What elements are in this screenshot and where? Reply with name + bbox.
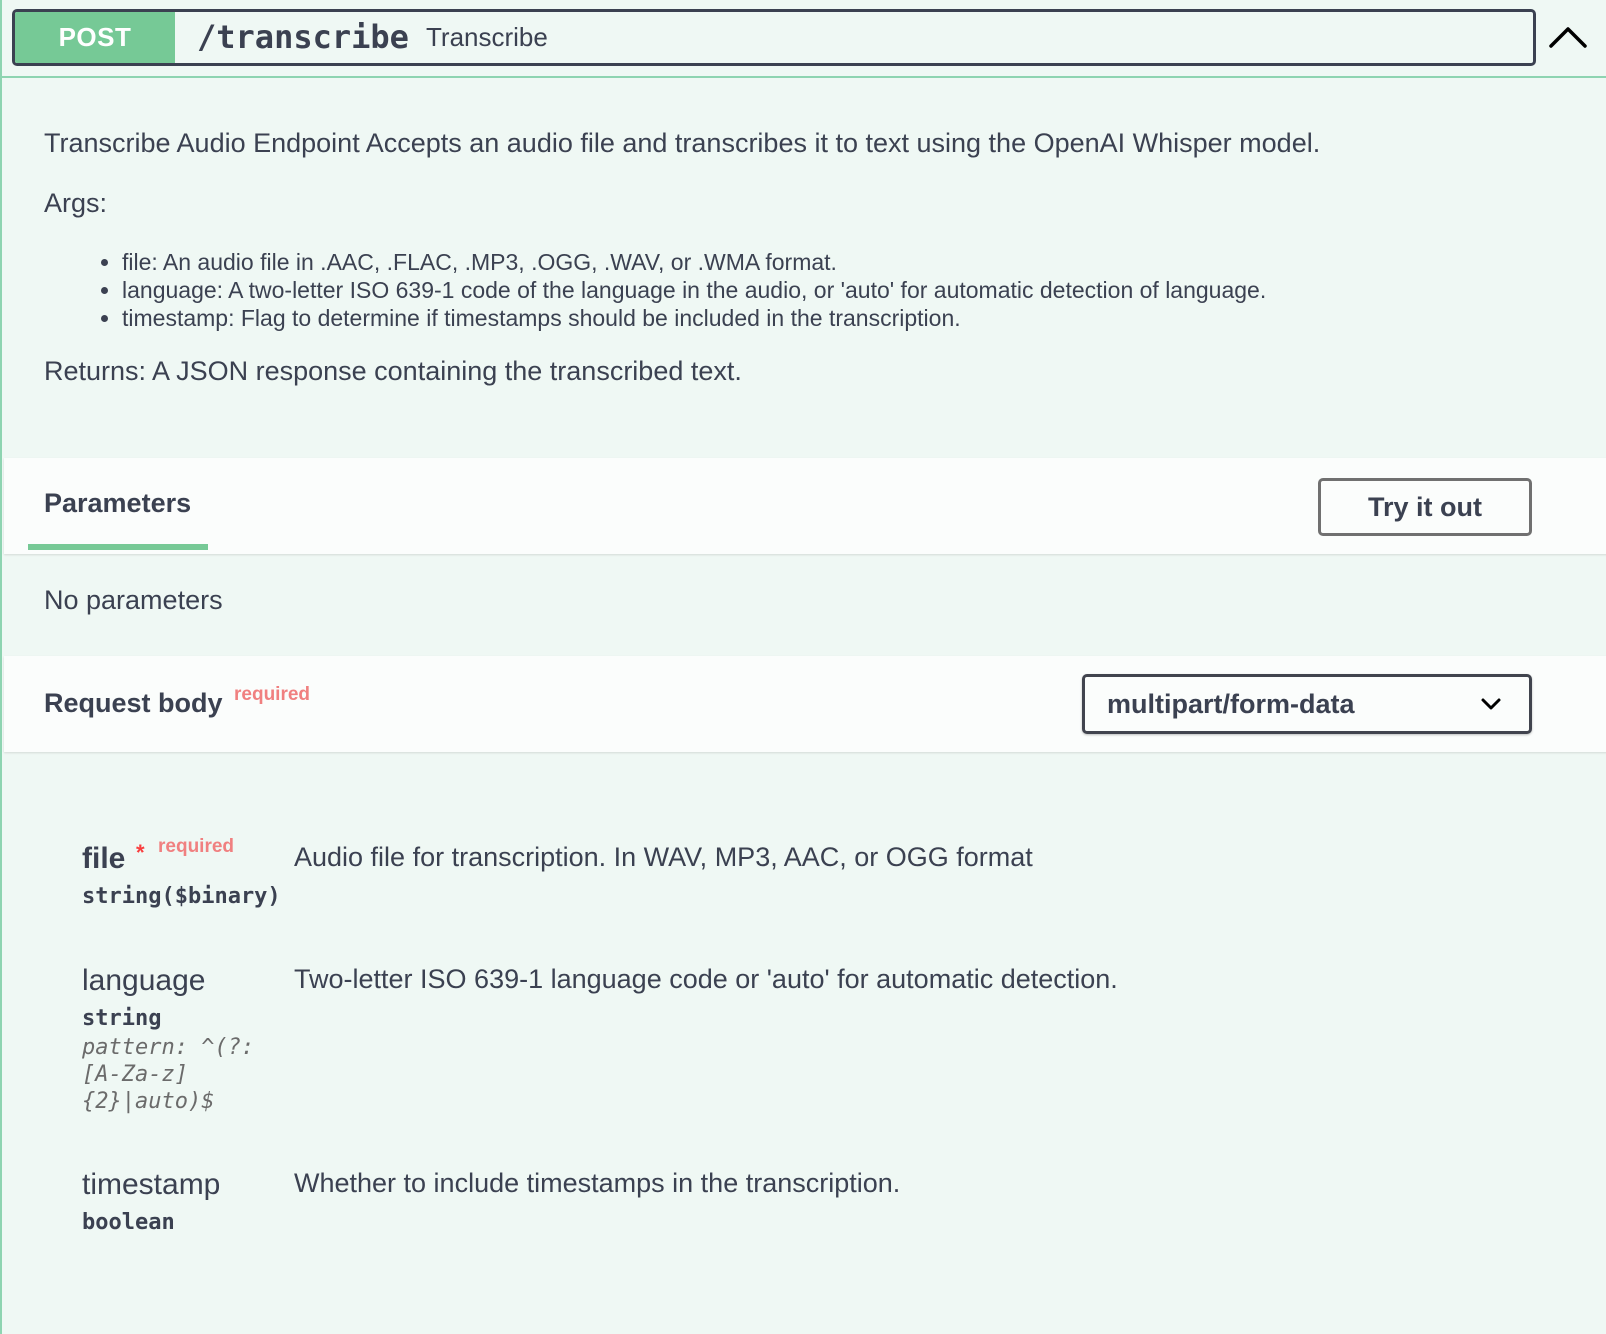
list-item: language: A two-letter ISO 639-1 code of… — [122, 276, 1266, 304]
property-description: Two-letter ISO 639-1 language code or 'a… — [294, 964, 1118, 994]
property-pattern: pattern: ^(?: [A-Za-z] {2}|auto)$ — [82, 1035, 255, 1114]
property-name: timestamp — [82, 1168, 221, 1201]
parameters-header: Parameters Try it out — [4, 458, 1606, 554]
description-returns: Returns: A JSON response containing the … — [44, 356, 742, 386]
required-star: * — [136, 840, 145, 865]
property-type: string($binary) — [82, 884, 281, 909]
content-type-select[interactable]: multipart/form-data — [1082, 674, 1532, 734]
collapse-button[interactable] — [1543, 16, 1593, 60]
description-args-label: Args: — [44, 188, 108, 218]
property-name: file — [82, 842, 126, 875]
description-args-list: file: An audio file in .AAC, .FLAC, .MP3… — [44, 248, 1266, 332]
endpoint-path: /transcribe — [197, 18, 409, 56]
operation-block: POST /transcribe Transcribe Transcribe A… — [0, 0, 1606, 1334]
chevron-down-icon — [1481, 698, 1501, 710]
request-body-title: Request body — [44, 688, 223, 718]
chevron-up-icon — [1549, 27, 1587, 48]
property-name: language — [82, 964, 206, 997]
active-tab-indicator — [28, 544, 208, 550]
http-method-badge: POST — [15, 12, 175, 63]
endpoint-summary: Transcribe — [426, 22, 548, 52]
request-body-header: Request body required multipart/form-dat… — [4, 656, 1606, 752]
operation-summary: POST /transcribe Transcribe — [2, 0, 1606, 78]
no-parameters-text: No parameters — [44, 585, 223, 615]
description-main: Transcribe Audio Endpoint Accepts an aud… — [44, 128, 1321, 158]
list-item: timestamp: Flag to determine if timestam… — [122, 304, 1266, 332]
property-required-label: required — [158, 836, 235, 857]
property-type: boolean — [82, 1210, 175, 1235]
property-description: Audio file for transcription. In WAV, MP… — [294, 842, 1033, 872]
request-body-required-label: required — [234, 684, 311, 705]
property-type: string — [82, 1006, 162, 1031]
operation-summary-toggle[interactable]: POST /transcribe Transcribe — [12, 9, 1536, 66]
try-it-out-button[interactable]: Try it out — [1318, 478, 1532, 536]
content-type-value: multipart/form-data — [1107, 689, 1355, 719]
tab-parameters[interactable]: Parameters — [44, 488, 191, 519]
property-description: Whether to include timestamps in the tra… — [294, 1168, 901, 1198]
list-item: file: An audio file in .AAC, .FLAC, .MP3… — [122, 248, 1266, 276]
